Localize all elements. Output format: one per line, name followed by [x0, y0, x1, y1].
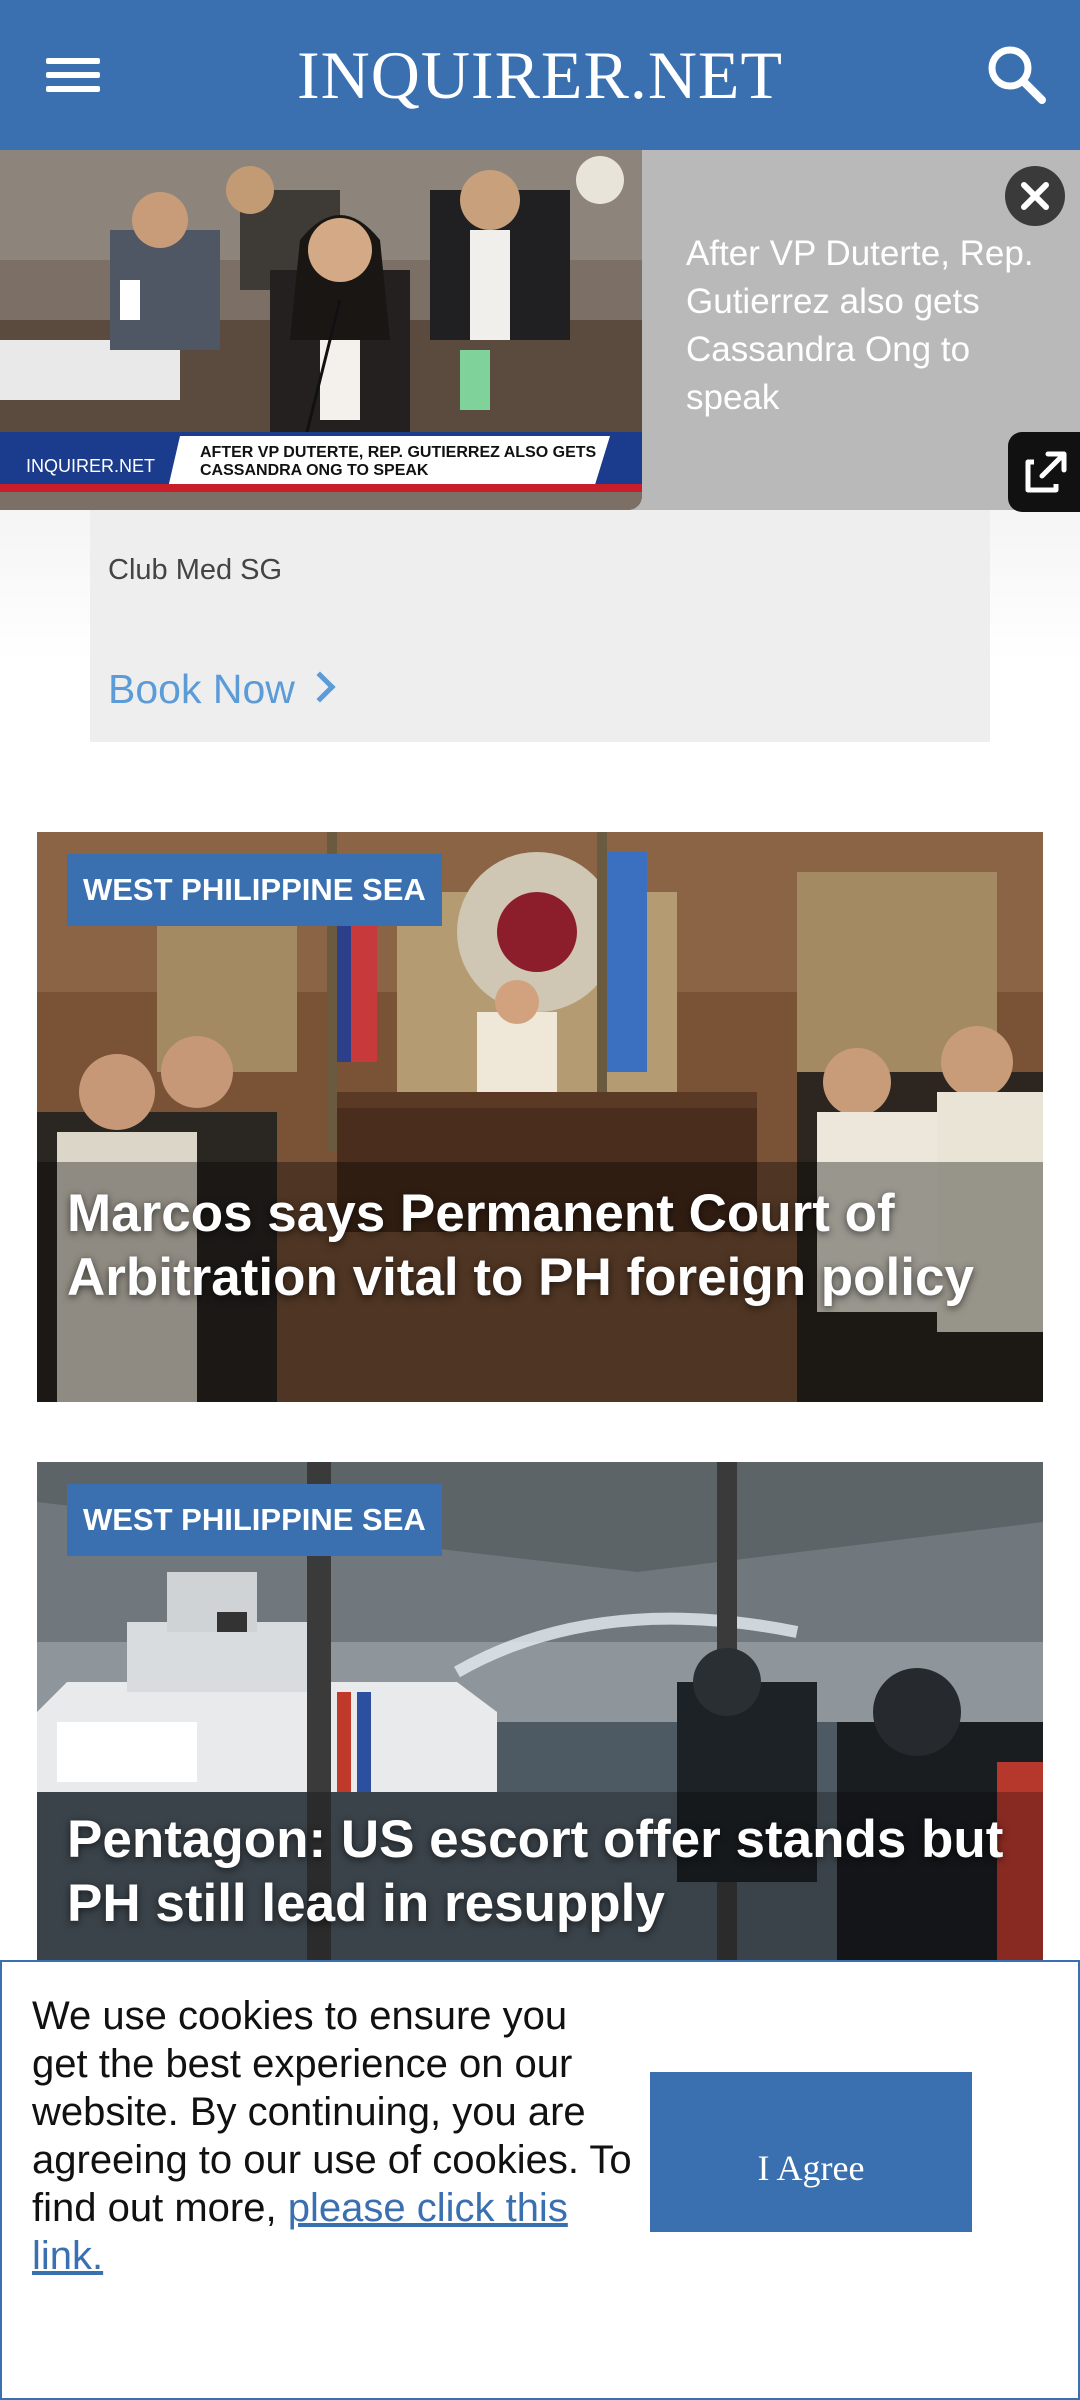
- search-icon[interactable]: [980, 38, 1056, 114]
- site-header: INQUIRER.NET: [0, 0, 1080, 150]
- chevron-right-icon: [304, 671, 336, 703]
- category-tag[interactable]: WEST PHILIPPINE SEA: [67, 1484, 442, 1556]
- article-title[interactable]: Marcos says Permanent Court of Arbitrati…: [67, 1182, 1017, 1310]
- external-link-icon[interactable]: [1008, 432, 1080, 512]
- video-lower-third: INQUIRER.NET AFTER VP DUTERTE, REP. GUTI…: [0, 432, 642, 492]
- book-now-button[interactable]: Book Now: [108, 666, 336, 713]
- close-icon[interactable]: [1005, 166, 1065, 226]
- book-now-label: Book Now: [108, 666, 295, 712]
- cookie-message: We use cookies to ensure you get the bes…: [32, 1992, 632, 2280]
- category-tag[interactable]: WEST PHILIPPINE SEA: [67, 854, 442, 926]
- cookie-banner: We use cookies to ensure you get the bes…: [0, 1960, 1080, 2400]
- site-logo[interactable]: INQUIRER.NET: [0, 36, 1080, 115]
- article-card[interactable]: WEST PHILIPPINE SEA Marcos says Permanen…: [37, 832, 1043, 1402]
- agree-button[interactable]: I Agree: [650, 2072, 972, 2232]
- video-thumbnail[interactable]: INQUIRER.NET AFTER VP DUTERTE, REP. GUTI…: [0, 150, 642, 510]
- article-title[interactable]: Pentagon: US escort offer stands but PH …: [67, 1808, 1017, 1936]
- floating-video-player[interactable]: INQUIRER.NET AFTER VP DUTERTE, REP. GUTI…: [0, 150, 1080, 510]
- lower-third-brand: INQUIRER.NET: [26, 456, 156, 476]
- lower-third-text: AFTER VP DUTERTE, REP. GUTIERREZ ALSO GE…: [200, 444, 597, 479]
- video-title[interactable]: After VP Duterte, Rep. Gutierrez also ge…: [686, 230, 1046, 422]
- ad-advertiser: Club Med SG: [108, 554, 283, 586]
- article-card[interactable]: WEST PHILIPPINE SEA Pentagon: US escort …: [37, 1462, 1043, 1962]
